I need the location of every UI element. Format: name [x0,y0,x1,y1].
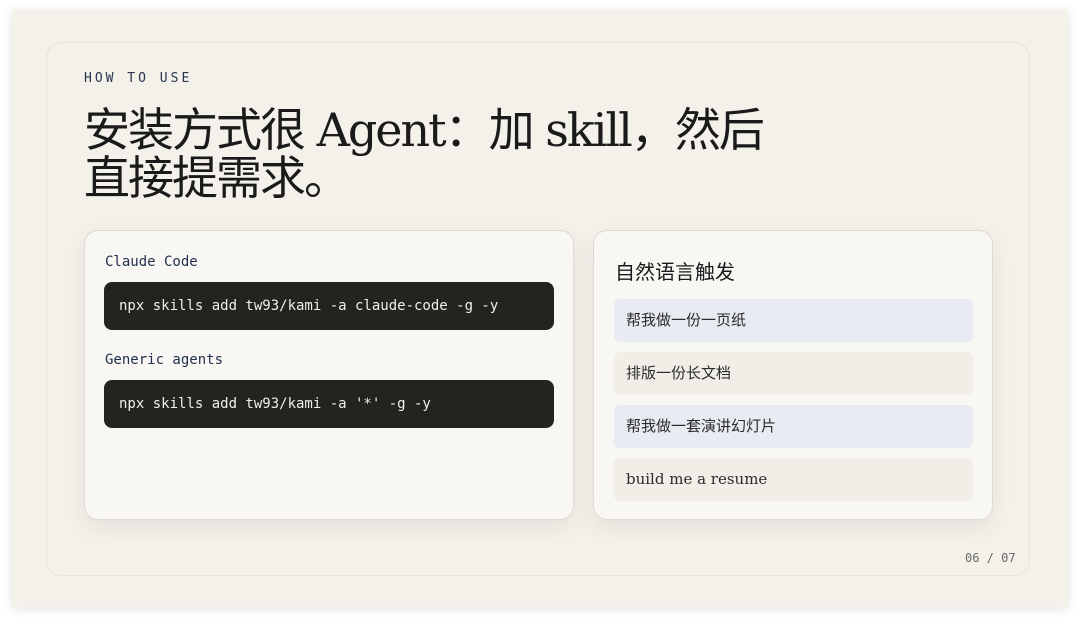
claude-code-label: Claude Code [105,254,198,270]
prompt-item: build me a resume [614,458,973,501]
prompt-item: 帮我做一份一页纸 [614,299,973,342]
page-title-line-2: 直接提需求。 [84,151,350,205]
prompt-item: 排版一份长文档 [614,352,973,395]
natural-language-title: 自然语言触发 [615,260,735,284]
claude-code-command[interactable]: npx skills add tw93/kami -a claude-code … [104,282,554,330]
natural-language-card: 自然语言触发 帮我做一份一页纸 排版一份长文档 帮我做一套演讲幻灯片 build… [593,230,993,520]
generic-agents-command[interactable]: npx skills add tw93/kami -a '*' -g -y [104,380,554,428]
install-card: Claude Code npx skills add tw93/kami -a … [84,230,574,520]
page-title: 安装方式很 Agent：加 skill，然后 直接提需求。 [84,106,844,202]
prompt-item: 帮我做一套演讲幻灯片 [614,405,973,448]
generic-agents-label: Generic agents [105,352,224,368]
page-indicator: 06 / 07 [965,551,1016,565]
page-title-line-1: 安装方式很 Agent：加 skill，然后 [84,103,765,157]
slide: HOW TO USE 安装方式很 Agent：加 skill，然后 直接提需求。… [12,10,1068,607]
eyebrow-label: HOW TO USE [84,71,193,86]
